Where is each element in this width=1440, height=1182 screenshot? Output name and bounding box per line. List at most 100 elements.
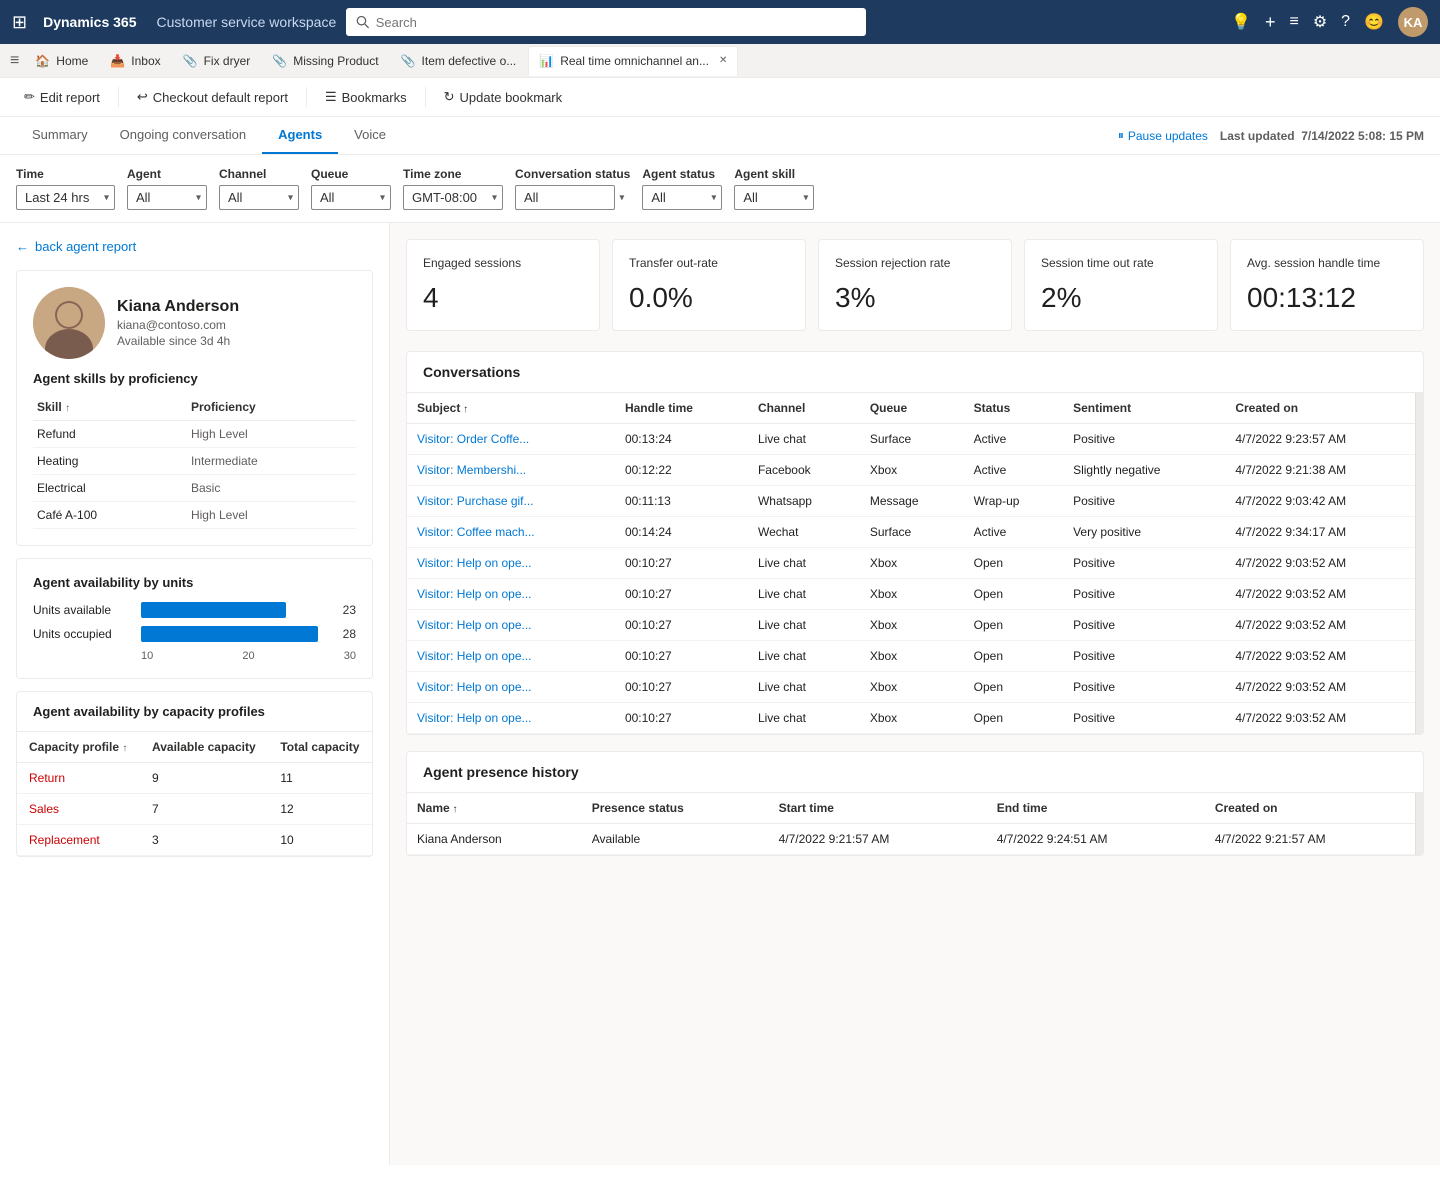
conv-subject-link[interactable]: Visitor: Order Coffe... (417, 432, 567, 446)
tab-agents[interactable]: Agents (262, 117, 338, 154)
conv-subject-link[interactable]: Visitor: Help on ope... (417, 587, 567, 601)
sort-icon-presence-name[interactable]: ↑ (450, 804, 458, 815)
conversation-row: Visitor: Purchase gif... 00:11:13 Whatsa… (407, 486, 1423, 517)
availability-units-section: Agent availability by units Units availa… (16, 558, 373, 679)
filter-agent-status-label: Agent status (642, 167, 722, 181)
filter-time-select[interactable]: Last 24 hrs (16, 185, 115, 210)
filter-channel-label: Channel (219, 167, 299, 181)
conv-created-on: 4/7/2022 9:03:52 AM (1225, 641, 1423, 672)
tab-home[interactable]: 🏠 Home (25, 46, 98, 76)
conv-queue: Surface (860, 424, 964, 455)
filter-agent-skill-select[interactable]: All (734, 185, 814, 210)
filter-queue-select[interactable]: All (311, 185, 391, 210)
presence-scrollbar[interactable] (1415, 793, 1423, 855)
waffle-icon[interactable]: ⊞ (12, 12, 27, 33)
sort-icon-skill[interactable]: ↑ (65, 403, 70, 414)
presence-history-title: Agent presence history (407, 752, 1423, 793)
filter-agent-status-select[interactable]: All (642, 185, 722, 210)
conversation-row: Visitor: Help on ope... 00:10:27 Live ch… (407, 641, 1423, 672)
pause-updates-button[interactable]: ⏸ Pause updates (1118, 128, 1208, 143)
conv-subject-link[interactable]: Visitor: Help on ope... (417, 649, 567, 663)
conv-subject-link[interactable]: Visitor: Help on ope... (417, 618, 567, 632)
tab-voice[interactable]: Voice (338, 117, 402, 154)
conv-handle-time: 00:10:27 (615, 672, 748, 703)
skills-row: ElectricalBasic (33, 475, 356, 502)
filter-timezone-select[interactable]: GMT-08:00 (403, 185, 503, 210)
capacity-profile-link[interactable]: Sales (17, 794, 140, 825)
link-icon-3: 📎 (401, 54, 416, 68)
bar-fill (141, 602, 286, 618)
presence-col-2: Start time (769, 793, 987, 824)
conv-subject-link[interactable]: Visitor: Help on ope... (417, 680, 567, 694)
lightbulb-icon[interactable]: 💡 (1231, 12, 1251, 32)
filter-channel-select[interactable]: All (219, 185, 299, 210)
skills-table: Skill ↑ Proficiency RefundHigh LevelHeat… (33, 394, 356, 529)
help-icon[interactable]: ? (1341, 13, 1350, 31)
update-bookmark-button[interactable]: ↻ Update bookmark (436, 84, 571, 110)
search-input[interactable] (376, 15, 857, 30)
settings-icon[interactable]: ⚙ (1313, 12, 1327, 32)
filter-icon[interactable]: ≡ (1289, 13, 1298, 31)
tab-ongoing-conversation[interactable]: Ongoing conversation (104, 117, 262, 154)
capacity-row: Sales712 (17, 794, 372, 825)
skill-proficiency: High Level (187, 421, 356, 448)
conv-subject: Visitor: Coffee mach... (407, 517, 615, 548)
user-icon[interactable]: 😊 (1364, 12, 1384, 32)
conv-col-6: Created on (1225, 393, 1423, 424)
bookmarks-button[interactable]: ☰ Bookmarks (317, 84, 415, 110)
back-arrow-icon: ← (16, 239, 29, 254)
tab-missing-product[interactable]: 📎 Missing Product (262, 46, 388, 76)
conv-subject-link[interactable]: Visitor: Help on ope... (417, 711, 567, 725)
conv-col-5: Sentiment (1063, 393, 1225, 424)
conv-subject-link[interactable]: Visitor: Membershi... (417, 463, 567, 477)
conv-subject-link[interactable]: Visitor: Coffee mach... (417, 525, 567, 539)
conv-channel: Live chat (748, 579, 860, 610)
add-icon[interactable]: + (1265, 12, 1276, 33)
bar-container (141, 626, 331, 642)
brand-label: Dynamics 365 (43, 14, 136, 30)
conv-channel: Wechat (748, 517, 860, 548)
conversation-row: Visitor: Help on ope... 00:10:27 Live ch… (407, 579, 1423, 610)
stat-card-rejection: Session rejection rate 3% (818, 239, 1012, 331)
conversation-row: Visitor: Coffee mach... 00:14:24 Wechat … (407, 517, 1423, 548)
conv-queue: Xbox (860, 579, 964, 610)
avatar[interactable]: KA (1398, 7, 1428, 37)
stat-label: Avg. session handle time (1247, 256, 1407, 270)
tab-item-defective[interactable]: 📎 Item defective o... (391, 46, 527, 76)
capacity-profile-link[interactable]: Return (17, 763, 140, 794)
search-box[interactable] (346, 8, 866, 36)
conv-subject: Visitor: Help on ope... (407, 641, 615, 672)
page-tabs: Summary Ongoing conversation Agents Voic… (0, 117, 1440, 155)
conv-channel: Live chat (748, 548, 860, 579)
filter-queue: Queue All (311, 167, 391, 210)
tab-summary[interactable]: Summary (16, 117, 104, 154)
filter-agent-select[interactable]: All (127, 185, 207, 210)
availability-bar-row: Units occupied 28 (33, 626, 356, 642)
conv-subject-link[interactable]: Visitor: Purchase gif... (417, 494, 567, 508)
conversation-row: Visitor: Order Coffe... 00:13:24 Live ch… (407, 424, 1423, 455)
edit-report-button[interactable]: ✏ Edit report (16, 84, 108, 110)
pause-icon: ⏸ (1118, 128, 1124, 143)
filter-conversation-status-select[interactable]: All (515, 185, 615, 210)
conv-subject: Visitor: Help on ope... (407, 579, 615, 610)
conv-channel: Live chat (748, 672, 860, 703)
sort-icon-subject[interactable]: ↑ (460, 404, 468, 415)
back-agent-report-button[interactable]: ← back agent report (16, 239, 373, 254)
conv-sentiment: Positive (1063, 610, 1225, 641)
last-updated: Last updated 7/14/2022 5:08: 15 PM (1220, 129, 1424, 143)
sort-icon-capacity[interactable]: ↑ (122, 743, 127, 754)
tab-inbox[interactable]: 📥 Inbox (100, 46, 170, 76)
conversations-scrollbar[interactable] (1415, 393, 1423, 734)
conv-sentiment: Slightly negative (1063, 455, 1225, 486)
tab-fix-dryer[interactable]: 📎 Fix dryer (173, 46, 261, 76)
checkout-default-report-button[interactable]: ↩ Checkout default report (129, 84, 296, 110)
conv-subject-link[interactable]: Visitor: Help on ope... (417, 556, 567, 570)
skills-row: HeatingIntermediate (33, 448, 356, 475)
capacity-profile-link[interactable]: Replacement (17, 825, 140, 856)
tab-hamburger-icon[interactable]: ≡ (6, 48, 23, 74)
tab-real-time[interactable]: 📊 Real time omnichannel an... ✕ (528, 46, 738, 76)
tab-close-icon[interactable]: ✕ (719, 55, 727, 66)
conv-status: Active (964, 455, 1063, 486)
conv-status: Open (964, 548, 1063, 579)
agent-name: Kiana Anderson (117, 298, 239, 316)
